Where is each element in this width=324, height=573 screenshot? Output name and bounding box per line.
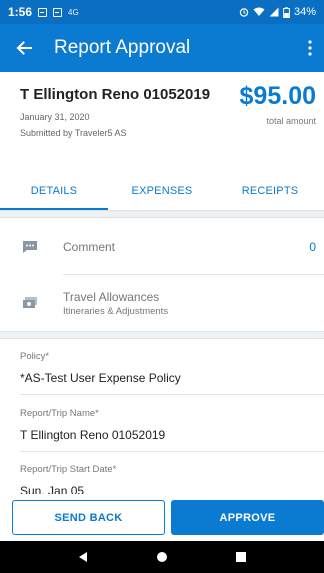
system-nav-bar xyxy=(0,541,324,573)
message-icon xyxy=(38,7,48,17)
policy-value: *AS-Test User Expense Policy xyxy=(20,371,181,385)
nav-home-button[interactable] xyxy=(146,541,178,573)
battery-level: 34% xyxy=(293,6,316,18)
travel-allowances-label: Travel Allowances xyxy=(63,290,160,304)
overflow-menu-button[interactable] xyxy=(296,24,324,72)
report-summary: T Ellington Reno 01052019 January 31, 20… xyxy=(0,72,324,152)
page-title: Report Approval xyxy=(54,37,191,58)
wifi-icon xyxy=(253,7,265,16)
tab-details[interactable]: DETAILS xyxy=(0,172,108,210)
arrow-left-icon xyxy=(16,41,32,55)
status-bar: 1:56 4G 34% xyxy=(0,0,324,24)
triangle-back-icon xyxy=(79,552,88,562)
approve-button[interactable]: APPROVE xyxy=(171,500,324,535)
signal-icon xyxy=(269,7,279,17)
section-divider xyxy=(0,210,324,218)
comment-label: Comment xyxy=(63,240,116,254)
network-type: 4G xyxy=(68,7,79,17)
report-name: T Ellington Reno 01052019 xyxy=(20,86,211,103)
tab-receipts[interactable]: RECEIPTS xyxy=(216,172,324,210)
comment-count: 0 xyxy=(309,240,316,254)
travel-allowances-sublabel: Itineraries & Adjustments xyxy=(63,306,169,317)
status-time: 1:56 xyxy=(8,5,33,19)
app-bar: Report Approval xyxy=(0,24,324,72)
section-divider xyxy=(0,331,324,339)
report-name-value: T Ellington Reno 01052019 xyxy=(20,428,166,442)
send-back-button[interactable]: SEND BACK xyxy=(12,500,165,535)
notification-icon xyxy=(53,7,63,17)
policy-field[interactable]: Policy* *AS-Test User Expense Policy xyxy=(20,351,324,385)
circle-home-icon xyxy=(156,552,167,562)
more-vert-icon xyxy=(308,40,312,56)
alarm-icon xyxy=(239,8,249,17)
report-name-field[interactable]: Report/Trip Name* T Ellington Reno 01052… xyxy=(20,408,324,442)
start-date-field[interactable]: Report/Trip Start Date* Sun, Jan 05 xyxy=(20,464,324,498)
comment-icon xyxy=(23,241,37,253)
battery-icon xyxy=(283,6,290,18)
travel-allowances-row[interactable]: Travel Allowances Itineraries & Adjustme… xyxy=(0,275,324,331)
total-amount: $95.00 xyxy=(239,82,316,110)
comment-row[interactable]: Comment 0 xyxy=(0,220,324,274)
start-date-label: Report/Trip Start Date* xyxy=(20,464,117,475)
tab-bar: DETAILS EXPENSES RECEIPTS xyxy=(0,172,324,210)
total-amount-label: total amount xyxy=(266,116,316,126)
policy-label: Policy* xyxy=(20,351,50,362)
nav-recents-button[interactable] xyxy=(225,541,257,573)
submitted-by: Submitted by Traveler5 AS xyxy=(20,128,127,138)
field-divider xyxy=(20,394,324,395)
back-button[interactable] xyxy=(0,24,48,72)
action-bar: SEND BACK APPROVE xyxy=(0,494,324,540)
tab-expenses[interactable]: EXPENSES xyxy=(108,172,216,210)
nav-back-button[interactable] xyxy=(67,541,99,573)
field-divider xyxy=(20,451,324,452)
report-date: January 31, 2020 xyxy=(20,112,90,122)
money-icon xyxy=(23,297,37,308)
square-recents-icon xyxy=(235,552,246,562)
report-name-label: Report/Trip Name* xyxy=(20,408,99,419)
